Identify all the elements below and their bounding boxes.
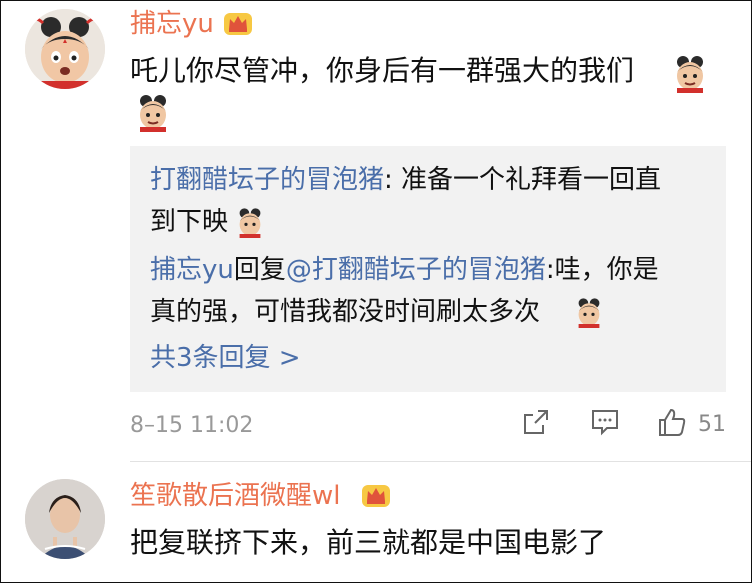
reply-author-link[interactable]: 捕忘yu	[150, 255, 234, 285]
reply-line: 到下映	[150, 204, 228, 240]
nezha-avatar-icon	[25, 9, 105, 89]
reply-verb: 回复	[233, 255, 286, 285]
nezha-emoji	[677, 56, 703, 93]
timestamp: 8–15 11:02	[130, 413, 254, 438]
reply-line: 打翻醋坛子的冒泡猪: 准备一个礼拜看一回直	[150, 162, 661, 198]
like-icon[interactable]	[656, 406, 688, 438]
comment-text: 把复联挤下来，前三就都是中国电影了	[130, 526, 607, 559]
comment-text: 吒儿你尽管冲，你身后有一群强大的我们	[130, 54, 635, 87]
username[interactable]: 笙歌散后酒微醒wl	[130, 481, 341, 511]
user-photo-avatar-icon	[25, 479, 105, 559]
reply-text: :哇，你是	[545, 255, 659, 285]
username[interactable]: 捕忘yu	[130, 9, 214, 39]
divider	[130, 461, 751, 462]
reply-author-link[interactable]: 打翻醋坛子的冒泡猪	[150, 165, 384, 195]
reply-line: 真的强，可惜我都没时间刷太多次	[150, 294, 540, 330]
reply-text: 真的强，可惜我都没时间刷太多次	[150, 297, 541, 327]
reply-text: : 准备一个礼拜看一回直	[384, 165, 662, 195]
nezha-emoji	[239, 208, 261, 238]
reply-thread[interactable]: 打翻醋坛子的冒泡猪: 准备一个礼拜看一回直 到下映 捕忘yu回复@打翻醋坛子的冒…	[130, 146, 726, 392]
reply-text: 到下映	[150, 207, 229, 237]
comment-icon[interactable]	[589, 406, 621, 438]
reply-line: 捕忘yu回复@打翻醋坛子的冒泡猪:哇，你是	[150, 252, 659, 288]
like-count: 51	[698, 412, 726, 437]
nezha-emoji	[140, 95, 166, 132]
mention-link[interactable]: @打翻醋坛子的冒泡猪	[286, 255, 546, 285]
avatar[interactable]	[25, 9, 105, 89]
crown-badge-icon	[224, 13, 252, 35]
share-icon[interactable]	[520, 406, 552, 438]
avatar[interactable]	[25, 479, 105, 559]
more-replies-link[interactable]: 共3条回复 >	[150, 340, 301, 376]
comment-feed: 捕忘yu 吒儿你尽管冲，你身后有一群强大的我们 打翻醋坛子的冒泡猪: 准备一个礼…	[0, 0, 752, 583]
crown-badge-icon	[362, 485, 390, 507]
nezha-emoji	[578, 298, 600, 328]
